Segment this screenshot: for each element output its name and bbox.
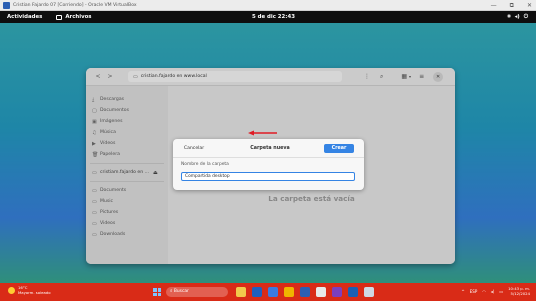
battery-icon[interactable]: ▭ — [499, 289, 503, 294]
task-view-icon[interactable] — [252, 287, 262, 297]
taskbar-apps — [236, 287, 374, 297]
app-menu-button[interactable]: Archivos — [56, 14, 92, 20]
app-menu-label: Archivos — [65, 14, 92, 20]
app-icon[interactable] — [364, 287, 374, 297]
files-app-icon — [56, 14, 63, 20]
weather-desc: Mayorm. soleado — [18, 289, 51, 295]
activities-button[interactable]: Actividades — [7, 14, 42, 20]
taskbar-clock[interactable]: 10:43 p. m. 5/12/2024 — [508, 286, 530, 296]
virtualbox-taskbar-icon[interactable] — [348, 287, 358, 297]
create-button[interactable]: Crear — [324, 144, 354, 153]
guest-desktop: < > ▭ cristian.fajardo en www.local ⋮ ⌕ … — [0, 23, 536, 283]
taskbar-date: 5/12/2024 — [510, 291, 530, 296]
weather-text: 16°C Mayorm. soleado — [18, 285, 51, 295]
chevron-up-icon[interactable]: ^ — [461, 289, 464, 294]
dialog-divider — [173, 157, 364, 158]
host-window-titlebar: Cristian Fajardo 07 [Corriendo] - Oracle… — [0, 0, 536, 11]
host-window-title: Cristian Fajardo 07 [Corriendo] - Oracle… — [13, 2, 137, 8]
system-status-menu[interactable]: ⌗ ◂) ⏻ — [508, 11, 528, 23]
host-window-controls: — ⧉ ✕ — [491, 0, 532, 11]
edge-browser-icon[interactable] — [268, 287, 278, 297]
close-icon[interactable]: ✕ — [527, 2, 532, 9]
widgets-icon[interactable] — [236, 287, 246, 297]
volume-icon: ◂) — [514, 14, 520, 20]
taskbar-search-box[interactable]: ⌕ Buscar — [166, 287, 228, 297]
store-icon[interactable] — [300, 287, 310, 297]
red-arrow-annotation — [248, 130, 277, 136]
search-placeholder: Buscar — [173, 289, 189, 294]
clock[interactable]: 5 de dic 22:43 — [252, 11, 295, 23]
gnome-top-bar: Actividades Archivos 5 de dic 22:43 ⌗ ◂)… — [0, 11, 536, 23]
windows-start-icon[interactable] — [153, 288, 161, 296]
new-folder-dialog: Cancelar Carpeta nueva Crear Nombre de l… — [173, 139, 364, 190]
folder-name-label: Nombre de la carpeta — [181, 162, 229, 167]
folder-name-input[interactable]: Compartida desktop — [181, 172, 355, 181]
files-window: < > ▭ cristian.fajardo en www.local ⋮ ⌕ … — [86, 68, 455, 264]
sun-icon — [8, 287, 15, 295]
file-explorer-icon[interactable] — [284, 287, 294, 297]
minimize-icon[interactable]: — — [491, 2, 497, 9]
power-icon: ⏻ — [523, 14, 528, 20]
wifi-icon[interactable]: ◠ — [482, 289, 486, 294]
cancel-button[interactable]: Cancelar — [181, 144, 207, 153]
maximize-icon[interactable]: ⧉ — [510, 2, 514, 10]
virtualbox-icon — [3, 1, 10, 9]
language-indicator[interactable]: ESP — [470, 289, 477, 294]
network-icon: ⌗ — [507, 14, 511, 20]
chrome-icon[interactable] — [316, 287, 326, 297]
weather-widget[interactable]: 16°C Mayorm. soleado — [8, 285, 51, 295]
system-tray: ^ ESP ◠ ◂) ▭ 10:43 p. m. 5/12/2024 — [461, 286, 530, 296]
app-icon[interactable] — [332, 287, 342, 297]
dialog-title: Carpeta nueva — [250, 146, 290, 151]
windows-taskbar: 16°C Mayorm. soleado ⌕ Buscar ^ ESP ◠ ◂)… — [0, 283, 536, 301]
volume-icon[interactable]: ◂) — [491, 289, 495, 294]
